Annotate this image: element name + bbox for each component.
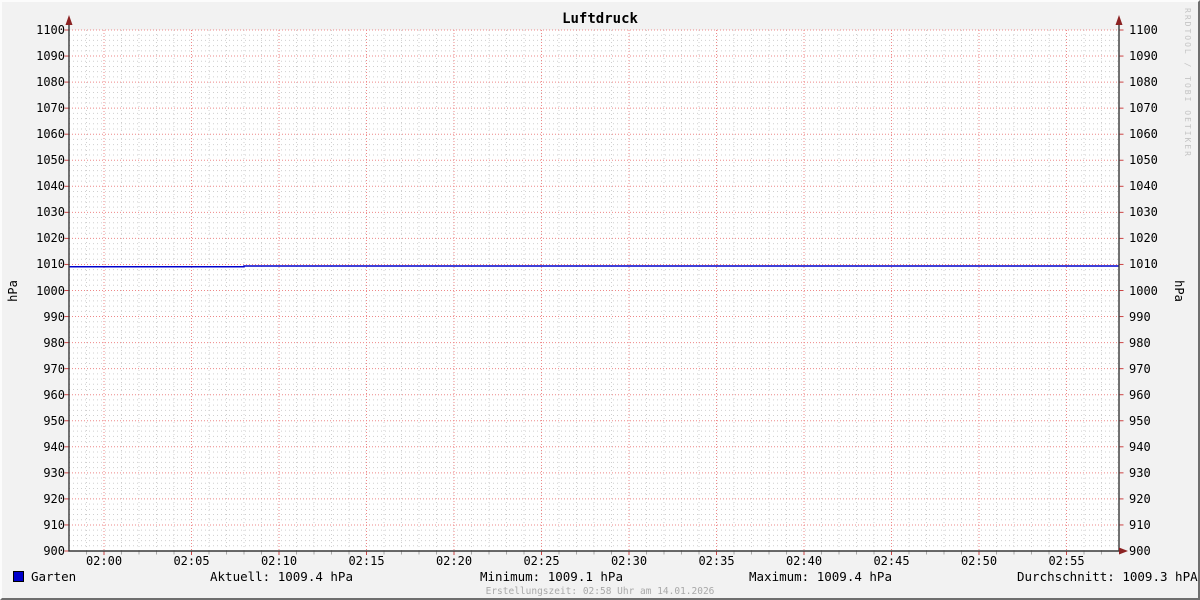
y-tick-label-left: 1050 <box>25 153 65 167</box>
y-tick-label-right: 1050 <box>1129 153 1169 167</box>
y-tick-label-right: 1100 <box>1129 23 1169 37</box>
x-tick-label: 02:05 <box>164 554 220 568</box>
y-tick-label-right: 900 <box>1129 544 1169 558</box>
y-tick-label-left: 1090 <box>25 49 65 63</box>
legend-series-label: Garten <box>31 569 76 584</box>
stat-maximum: Maximum: 1009.4 hPa <box>749 569 892 584</box>
x-tick-label: 02:10 <box>251 554 307 568</box>
y-tick-label-right: 1090 <box>1129 49 1169 63</box>
y-tick-label-left: 1080 <box>25 75 65 89</box>
y-axis-unit-right: hPa <box>1172 271 1186 311</box>
y-axis-unit-left: hPa <box>6 271 20 311</box>
y-tick-label-right: 930 <box>1129 466 1169 480</box>
y-tick-label-right: 980 <box>1129 336 1169 350</box>
y-tick-label-left: 990 <box>25 310 65 324</box>
y-tick-label-left: 910 <box>25 518 65 532</box>
y-tick-label-left: 940 <box>25 440 65 454</box>
x-tick-label: 02:45 <box>864 554 920 568</box>
stat-aktuell: Aktuell: 1009.4 hPa <box>210 569 353 584</box>
y-tick-label-right: 1030 <box>1129 205 1169 219</box>
y-tick-label-left: 1060 <box>25 127 65 141</box>
y-tick-label-right: 1080 <box>1129 75 1169 89</box>
x-tick-label: 02:25 <box>514 554 570 568</box>
x-tick-label: 02:40 <box>776 554 832 568</box>
x-tick-label: 02:50 <box>951 554 1007 568</box>
y-tick-label-right: 1000 <box>1129 284 1169 298</box>
y-tick-label-left: 1040 <box>25 179 65 193</box>
y-tick-label-left: 920 <box>25 492 65 506</box>
y-tick-label-right: 1060 <box>1129 127 1169 141</box>
x-tick-label: 02:35 <box>689 554 745 568</box>
y-tick-label-left: 1000 <box>25 284 65 298</box>
legend-color-swatch <box>13 571 24 582</box>
y-tick-label-right: 940 <box>1129 440 1169 454</box>
y-tick-label-left: 900 <box>25 544 65 558</box>
y-tick-label-left: 1100 <box>25 23 65 37</box>
y-tick-label-right: 970 <box>1129 362 1169 376</box>
y-tick-label-right: 960 <box>1129 388 1169 402</box>
rrdtool-watermark: RRDTOOL / TOBI OETIKER <box>1183 8 1192 158</box>
y-tick-label-right: 1010 <box>1129 257 1169 271</box>
x-tick-label: 02:20 <box>426 554 482 568</box>
y-tick-label-left: 1010 <box>25 257 65 271</box>
y-tick-label-right: 1020 <box>1129 231 1169 245</box>
y-tick-label-right: 990 <box>1129 310 1169 324</box>
x-tick-label: 02:15 <box>339 554 395 568</box>
stat-durchschnitt: Durchschnitt: 1009.3 hPA <box>1017 569 1198 584</box>
plot-area <box>2 2 1200 600</box>
y-tick-label-left: 980 <box>25 336 65 350</box>
x-tick-label: 02:00 <box>76 554 132 568</box>
x-tick-label: 02:55 <box>1039 554 1095 568</box>
y-tick-label-right: 1040 <box>1129 179 1169 193</box>
y-tick-label-left: 970 <box>25 362 65 376</box>
y-tick-label-left: 1070 <box>25 101 65 115</box>
y-tick-label-right: 950 <box>1129 414 1169 428</box>
y-tick-label-left: 1020 <box>25 231 65 245</box>
y-tick-label-left: 930 <box>25 466 65 480</box>
y-tick-label-right: 1070 <box>1129 101 1169 115</box>
y-tick-label-right: 920 <box>1129 492 1169 506</box>
creation-time: Erstellungszeit: 02:58 Uhr am 14.01.2026 <box>2 586 1198 597</box>
y-tick-label-left: 950 <box>25 414 65 428</box>
y-tick-label-left: 1030 <box>25 205 65 219</box>
stat-minimum: Minimum: 1009.1 hPa <box>480 569 623 584</box>
y-tick-label-right: 910 <box>1129 518 1169 532</box>
x-tick-label: 02:30 <box>601 554 657 568</box>
y-tick-label-left: 960 <box>25 388 65 402</box>
rrdtool-pressure-graph: Luftdruck 110011001090109010801080107010… <box>0 0 1200 600</box>
